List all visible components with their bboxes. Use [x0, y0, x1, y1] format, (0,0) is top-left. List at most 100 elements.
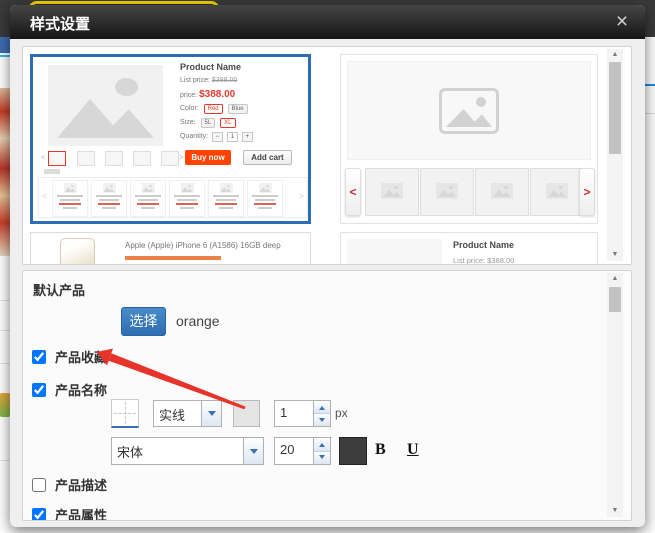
scroll-up-icon[interactable]: ▲ — [607, 49, 623, 61]
font-family-value: 宋体 — [112, 438, 243, 464]
background-banner-sliver — [0, 88, 10, 256]
template-card-selected[interactable]: Product Name List price: $388.00 price: … — [30, 54, 311, 224]
related-prev-icon: < — [42, 192, 47, 201]
bold-button[interactable]: B — [375, 441, 386, 459]
font-family-select[interactable]: 宋体 — [111, 437, 264, 465]
scroll-up-icon[interactable]: ▲ — [607, 273, 623, 285]
stepper-up-icon[interactable] — [314, 401, 330, 413]
background-cyan-line — [0, 55, 10, 57]
dialog-header: 样式设置 × — [10, 5, 645, 39]
preview-color-row: Color: Red Blue — [180, 104, 248, 114]
dialog-title: 样式设置 — [30, 13, 90, 34]
thumbnail — [48, 151, 66, 166]
font-color-swatch[interactable] — [339, 437, 367, 465]
font-size-stepper[interactable]: 20 — [274, 437, 331, 465]
background-divider — [0, 460, 10, 461]
gallery-thumbnail — [365, 168, 419, 216]
related-header-bar — [44, 169, 60, 174]
related-product-card — [91, 180, 127, 217]
thumb-next-icon: > — [179, 153, 184, 162]
product-image-placeholder — [347, 239, 442, 265]
related-next-icon: > — [299, 192, 304, 201]
stepper-down-icon[interactable] — [314, 413, 330, 426]
thumbnail — [105, 151, 123, 166]
product-favorite-checkbox[interactable] — [32, 350, 46, 364]
quantity-minus-icon: − — [212, 132, 223, 142]
preview-list-price: List price: $388.00 — [180, 77, 237, 84]
size-option-xl: XL — [220, 118, 235, 128]
selected-product-name: orange — [176, 313, 220, 329]
product-description-checkbox[interactable] — [32, 478, 46, 492]
scroll-down-icon[interactable]: ▼ — [607, 505, 623, 517]
checkbox-row-product-description: 产品描述 — [32, 475, 107, 494]
close-icon[interactable]: × — [609, 10, 635, 34]
checkbox-row-product-favorite: 产品收藏 — [32, 347, 107, 366]
preview-price: price: $388.00 — [180, 89, 235, 100]
quantity-plus-icon: + — [242, 132, 253, 142]
preview-quantity-row: Quantity: − 1 + — [180, 132, 253, 142]
form-scrollbar[interactable]: ▲ ▼ — [607, 273, 623, 517]
product-name-checkbox[interactable] — [32, 383, 46, 397]
product-favorite-label: 产品收藏 — [55, 347, 107, 366]
template-card-bottom-right[interactable]: Product Name List price: $388.00 — [340, 232, 598, 265]
product-image-placeholder — [48, 65, 163, 146]
background-blue-block — [0, 37, 10, 53]
border-position-picker[interactable] — [111, 399, 139, 428]
related-product-card — [169, 180, 205, 217]
related-products-strip: < — [38, 177, 308, 218]
product-attributes-label: 产品属性 — [55, 505, 107, 521]
template-card-gallery[interactable]: < > — [340, 54, 598, 224]
buy-now-button: Buy now — [185, 150, 231, 165]
scroll-thumb[interactable] — [609, 287, 621, 312]
border-width-unit: px — [335, 406, 348, 420]
border-style-value: 实线 — [154, 401, 201, 426]
preview-size-row: Size: 5L XL — [180, 118, 236, 128]
color-option-blue: Blue — [228, 104, 248, 114]
background-divider — [0, 363, 10, 364]
phone-price-clipped — [125, 256, 221, 260]
thumbnail — [161, 151, 179, 166]
select-product-button[interactable]: 选择 — [121, 307, 166, 336]
related-product-card — [130, 180, 166, 217]
preview-list-price: List price: $388.00 — [453, 256, 514, 265]
preview-product-name: Product Name — [453, 240, 514, 250]
gallery-thumbnail — [420, 168, 474, 216]
checkbox-row-product-attributes: 产品属性 — [32, 505, 107, 521]
border-style-select[interactable]: 实线 — [153, 400, 222, 427]
preview-product-name: Product Name — [180, 62, 241, 72]
gallery-thumbnail — [530, 168, 584, 216]
product-description-label: 产品描述 — [55, 475, 107, 494]
size-option-5l: 5L — [201, 118, 216, 128]
product-name-label: 产品名称 — [55, 380, 107, 399]
scroll-down-icon[interactable]: ▼ — [607, 249, 623, 261]
carousel-prev-icon: < — [345, 168, 361, 216]
product-attributes-checkbox[interactable] — [32, 508, 46, 522]
gallery-thumbnail — [475, 168, 529, 216]
font-size-value[interactable]: 20 — [275, 438, 313, 464]
style-settings-dialog: 样式设置 × Product Name List price: $388.00 … — [10, 5, 645, 527]
scroll-thumb[interactable] — [609, 62, 621, 154]
color-option-red: Red — [204, 104, 223, 114]
preview-scrollbar[interactable]: ▲ ▼ — [607, 49, 623, 261]
quantity-value: 1 — [227, 132, 238, 142]
stepper-up-icon[interactable] — [314, 438, 330, 451]
image-placeholder-icon — [439, 88, 499, 134]
phone-product-title: Apple (Apple) iPhone 6 (A1586) 16GB deep — [125, 241, 281, 250]
thumb-prev-icon: < — [41, 153, 46, 162]
border-width-stepper[interactable]: 1 — [274, 400, 331, 427]
background-divider — [0, 300, 10, 301]
border-width-value[interactable]: 1 — [275, 401, 313, 426]
template-preview-panel: Product Name List price: $388.00 price: … — [22, 46, 632, 265]
dropdown-arrow-icon[interactable] — [243, 438, 263, 464]
thumbnail — [133, 151, 151, 166]
underline-button[interactable]: U — [407, 441, 419, 459]
background-gray-line — [645, 113, 655, 114]
background-small-icon — [0, 393, 10, 417]
phone-product-photo — [60, 238, 95, 265]
border-color-swatch[interactable] — [233, 400, 260, 427]
stepper-down-icon[interactable] — [314, 451, 330, 465]
dropdown-arrow-icon[interactable] — [201, 401, 221, 426]
related-product-card — [52, 180, 88, 217]
template-card-phone[interactable]: Apple (Apple) iPhone 6 (A1586) 16GB deep — [30, 232, 311, 265]
related-product-card — [247, 180, 283, 217]
